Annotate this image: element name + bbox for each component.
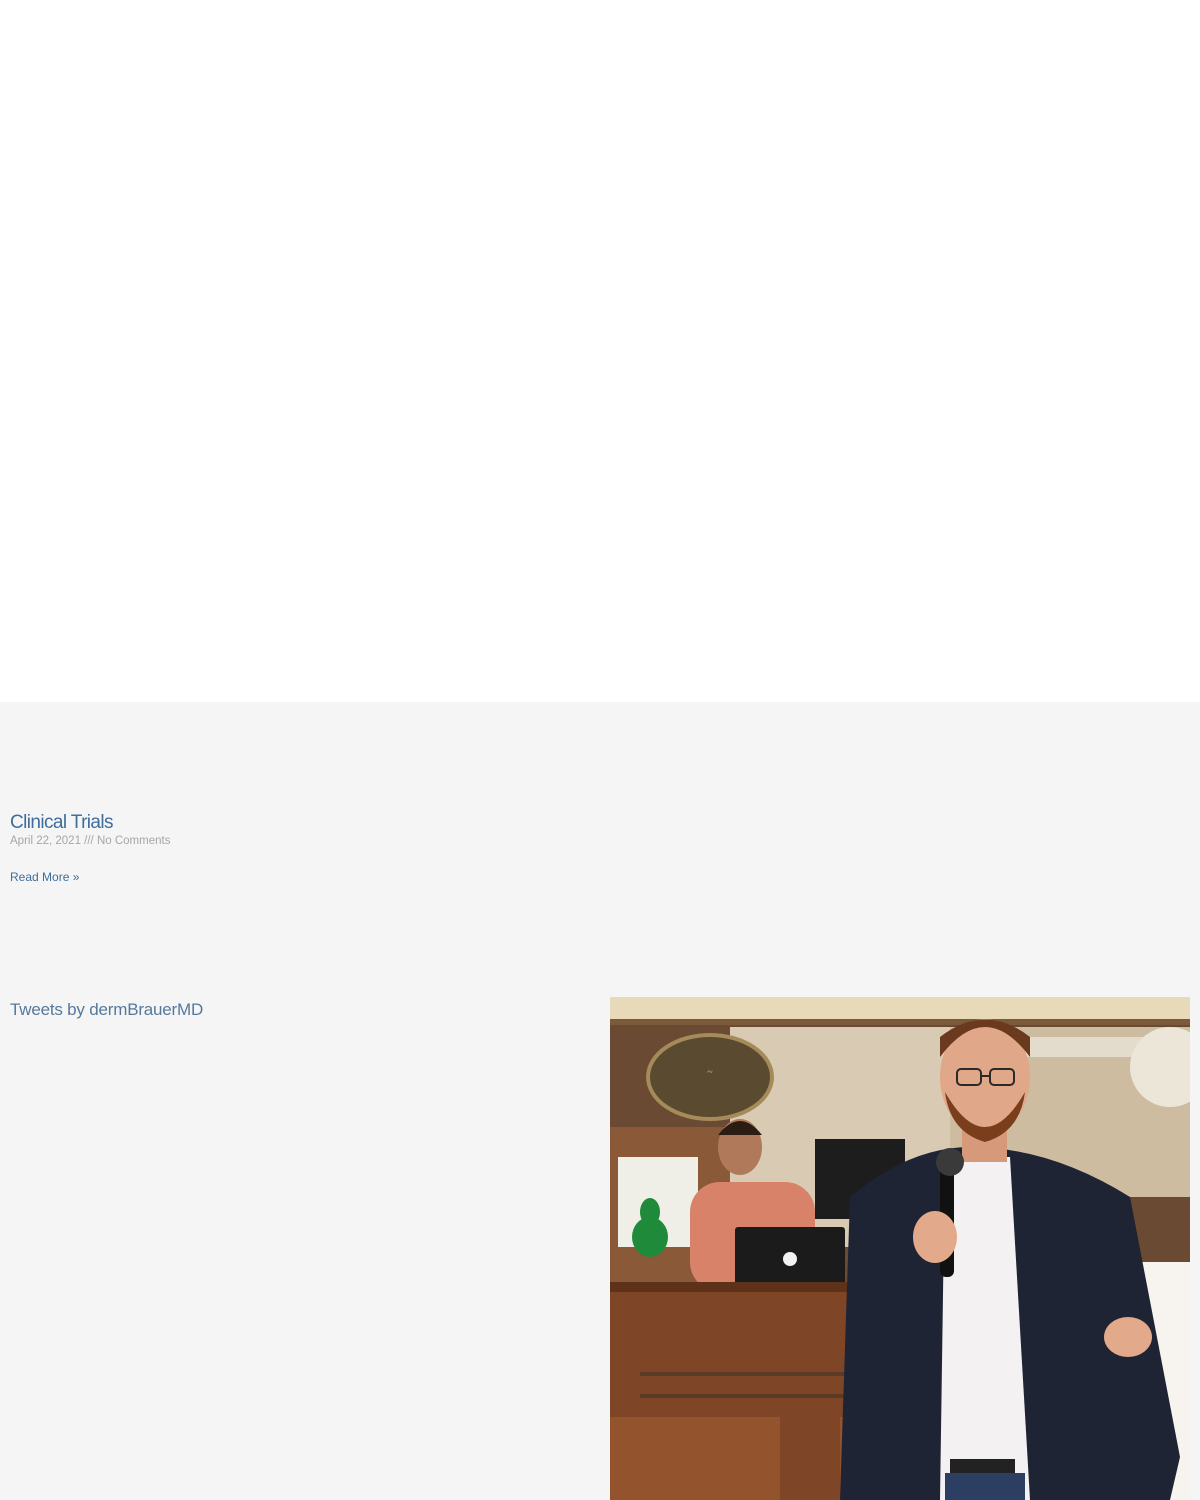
page: Clinical Trials April 22, 2021 /// No Co… [0,0,1200,1500]
twitter-timeline-link[interactable]: Tweets by dermBrauerMD [10,1000,203,1020]
svg-text:~: ~ [707,1067,713,1078]
post-title-link[interactable]: Clinical Trials [10,812,114,834]
speaker-photo: ~ [610,997,1190,1500]
blog-section: Clinical Trials April 22, 2021 /// No Co… [0,702,1200,1500]
meta-separator: /// [80,835,97,847]
read-more-link[interactable]: Read More » [10,870,79,884]
post-meta: April 22, 2021 /// No Comments [10,834,510,848]
post-comments: No Comments [96,835,171,847]
blog-post: Clinical Trials April 22, 2021 /// No Co… [10,812,510,886]
blank-content-area [0,0,1200,702]
post-date: April 22, 2021 [10,835,81,847]
